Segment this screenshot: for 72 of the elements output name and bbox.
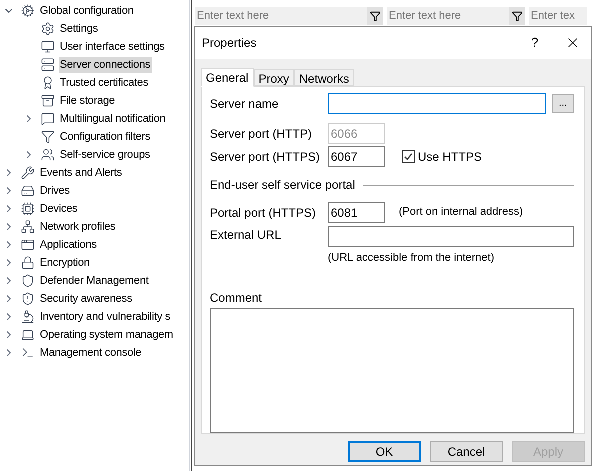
laptop-icon <box>21 328 35 342</box>
tree-item[interactable]: Applications <box>39 236 98 254</box>
field-label: Comment <box>210 290 264 306</box>
tree-item[interactable]: Management console <box>39 344 143 362</box>
tree-item[interactable]: Global configuration <box>39 2 135 20</box>
tab[interactable]: Proxy <box>254 69 294 86</box>
funnel-icon <box>512 10 522 22</box>
section-heading: End-user self service portal <box>210 177 356 194</box>
monitor-icon <box>41 40 55 54</box>
tree-item[interactable]: Self-service groups <box>59 146 152 164</box>
funnel-icon <box>370 10 380 22</box>
tree-item[interactable]: Network profiles <box>39 218 117 236</box>
text-field[interactable] <box>328 226 574 247</box>
shield-icon <box>21 274 35 288</box>
tab[interactable]: Networks <box>294 69 354 86</box>
chip-icon <box>21 202 35 216</box>
drive-icon <box>21 184 35 198</box>
gear-icon <box>41 22 55 36</box>
award-icon <box>41 76 55 90</box>
tree-item[interactable]: Inventory and vulnerability s <box>39 308 172 326</box>
checkbox-label: Use HTTPS <box>418 148 482 166</box>
tree-item[interactable]: File storage <box>59 92 116 110</box>
comment-field[interactable] <box>210 308 574 433</box>
field-label: External URL <box>210 227 282 244</box>
check-icon <box>404 152 413 160</box>
tree-item[interactable]: Multilingual notification <box>59 110 167 128</box>
tree-item[interactable]: Events and Alerts <box>39 164 124 182</box>
browse-button[interactable]: ... <box>552 94 574 113</box>
field-label: Portal port (HTTPS) <box>210 204 318 222</box>
field-label: Server name <box>210 96 280 112</box>
filter-field[interactable]: Enter tex <box>529 7 587 25</box>
filter-button[interactable] <box>367 7 383 25</box>
hint-text: (Port on internal address) <box>399 205 524 220</box>
text-field[interactable] <box>328 93 546 114</box>
shield-alert-icon <box>21 292 35 306</box>
users-icon <box>41 148 55 162</box>
dialog-button[interactable]: OK <box>348 441 421 462</box>
checkbox[interactable] <box>402 150 415 163</box>
window-title: Properties <box>202 35 258 52</box>
lock-icon <box>21 256 35 270</box>
tree-item[interactable]: Trusted certificates <box>59 74 150 92</box>
tree-item[interactable]: Settings <box>59 20 100 38</box>
network-icon <box>21 220 35 234</box>
filter-field[interactable]: Enter text here <box>195 7 367 25</box>
tree-item[interactable]: Server connections <box>59 56 152 74</box>
speech-bubble-icon <box>41 112 55 126</box>
server-icon <box>41 58 55 72</box>
text-field[interactable]: 6067 <box>328 146 385 167</box>
help-button[interactable]: ? <box>525 33 545 53</box>
tree-item[interactable]: Encryption <box>39 254 91 272</box>
app-window-icon <box>21 238 35 252</box>
text-field[interactable]: 6081 <box>328 202 385 223</box>
dialog-button[interactable]: Cancel <box>430 441 503 462</box>
gears-icon <box>21 4 35 18</box>
tree-item[interactable]: Operating system managem <box>39 326 174 344</box>
tree-item[interactable]: Devices <box>39 200 79 218</box>
hint-text: (URL accessible from the internet) <box>328 251 496 266</box>
microscope-icon <box>21 310 35 324</box>
archive-icon <box>41 94 55 108</box>
funnel-icon <box>41 130 55 144</box>
tree-item[interactable]: Security awareness <box>39 290 134 308</box>
terminal-icon <box>21 346 35 360</box>
tree-item[interactable]: Drives <box>39 182 71 200</box>
filter-button[interactable] <box>509 7 525 25</box>
tree-item[interactable]: Defender Management <box>39 272 150 290</box>
tab[interactable]: General <box>201 68 254 87</box>
field-label: Server port (HTTP) <box>210 126 314 142</box>
tree-item[interactable]: Configuration filters <box>59 128 152 146</box>
field-label: Server port (HTTPS) <box>210 148 322 166</box>
tree-item[interactable]: User interface settings <box>59 38 166 56</box>
filter-field[interactable]: Enter text here <box>387 7 509 25</box>
tools-icon <box>21 166 35 180</box>
